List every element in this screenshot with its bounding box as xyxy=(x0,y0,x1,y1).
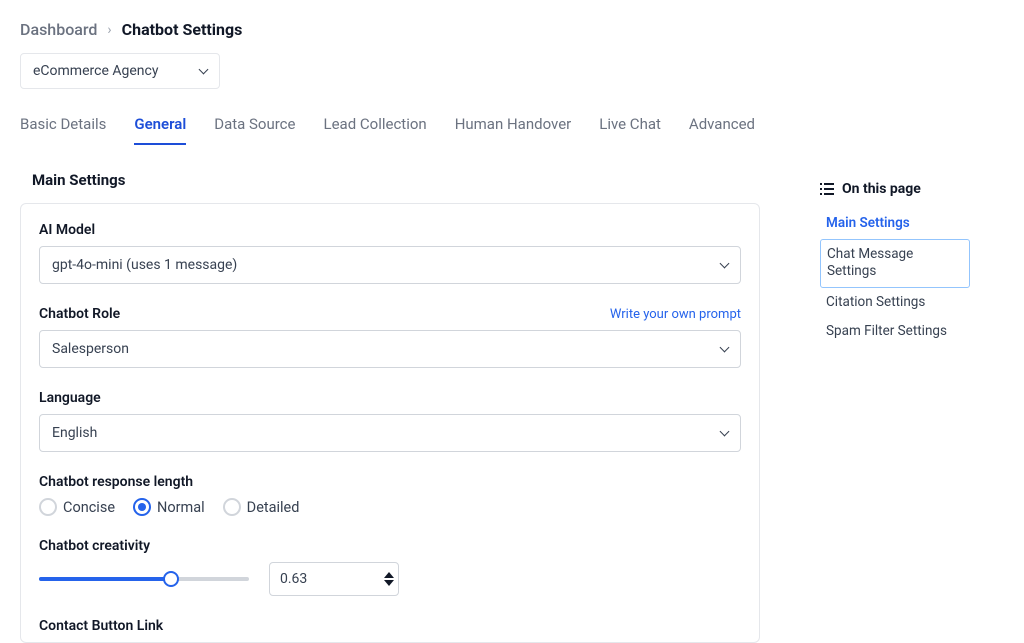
contact-button-link-label: Contact Button Link xyxy=(39,618,163,634)
tab-lead-collection[interactable]: Lead Collection xyxy=(324,115,427,145)
main-settings-card: AI Model gpt-4o-mini (uses 1 message) Ch… xyxy=(20,203,760,643)
chevron-down-icon xyxy=(199,64,209,74)
chevron-down-icon xyxy=(720,342,730,352)
chatbot-role-select[interactable]: Salesperson xyxy=(39,330,741,368)
tab-data-source[interactable]: Data Source xyxy=(214,115,295,145)
tab-basic-details[interactable]: Basic Details xyxy=(20,115,106,145)
step-up-icon[interactable] xyxy=(384,572,394,578)
section-title: Main Settings xyxy=(32,171,760,189)
radio-label: Concise xyxy=(63,499,115,516)
response-length-label: Chatbot response length xyxy=(39,474,193,490)
toc-spam-filter-settings[interactable]: Spam Filter Settings xyxy=(820,317,970,347)
step-down-icon[interactable] xyxy=(384,580,394,586)
breadcrumb-current: Chatbot Settings xyxy=(122,20,243,39)
ai-model-label: AI Model xyxy=(39,222,95,238)
tabs: Basic Details General Data Source Lead C… xyxy=(20,115,1004,145)
write-own-prompt-link[interactable]: Write your own prompt xyxy=(610,307,741,322)
tab-general[interactable]: General xyxy=(134,115,186,145)
chevron-down-icon xyxy=(720,258,730,268)
toc-chat-message-settings[interactable]: Chat Message Settings xyxy=(820,239,970,288)
creativity-value: 0.63 xyxy=(280,571,307,587)
workspace-select-value: eCommerce Agency xyxy=(33,63,158,79)
radio-icon xyxy=(223,498,241,516)
on-this-page-title: On this page xyxy=(820,181,970,197)
radio-icon xyxy=(39,498,57,516)
creativity-label: Chatbot creativity xyxy=(39,538,150,554)
radio-label: Normal xyxy=(157,499,205,516)
ai-model-select[interactable]: gpt-4o-mini (uses 1 message) xyxy=(39,246,741,284)
creativity-slider[interactable] xyxy=(39,570,249,588)
language-label: Language xyxy=(39,390,101,406)
breadcrumb-dashboard[interactable]: Dashboard xyxy=(20,20,97,39)
toc-citation-settings[interactable]: Citation Settings xyxy=(820,288,970,318)
chatbot-role-label: Chatbot Role xyxy=(39,306,120,322)
language-select[interactable]: English xyxy=(39,414,741,452)
response-length-concise[interactable]: Concise xyxy=(39,498,115,516)
breadcrumb: Dashboard › Chatbot Settings xyxy=(20,20,1004,39)
list-icon xyxy=(820,183,834,195)
ai-model-value: gpt-4o-mini (uses 1 message) xyxy=(52,257,237,273)
response-length-radio-group: Concise Normal Detailed xyxy=(39,498,741,516)
workspace-select[interactable]: eCommerce Agency xyxy=(20,53,220,89)
breadcrumb-separator: › xyxy=(107,22,111,38)
tab-human-handover[interactable]: Human Handover xyxy=(455,115,572,145)
tab-live-chat[interactable]: Live Chat xyxy=(599,115,661,145)
creativity-number-input[interactable]: 0.63 xyxy=(269,562,399,596)
language-value: English xyxy=(52,425,97,441)
toc-main-settings[interactable]: Main Settings xyxy=(820,209,970,239)
chevron-down-icon xyxy=(720,426,730,436)
response-length-normal[interactable]: Normal xyxy=(133,498,205,516)
radio-icon xyxy=(133,498,151,516)
tab-advanced[interactable]: Advanced xyxy=(689,115,755,145)
radio-label: Detailed xyxy=(247,499,300,516)
chatbot-role-value: Salesperson xyxy=(52,341,129,357)
response-length-detailed[interactable]: Detailed xyxy=(223,498,300,516)
